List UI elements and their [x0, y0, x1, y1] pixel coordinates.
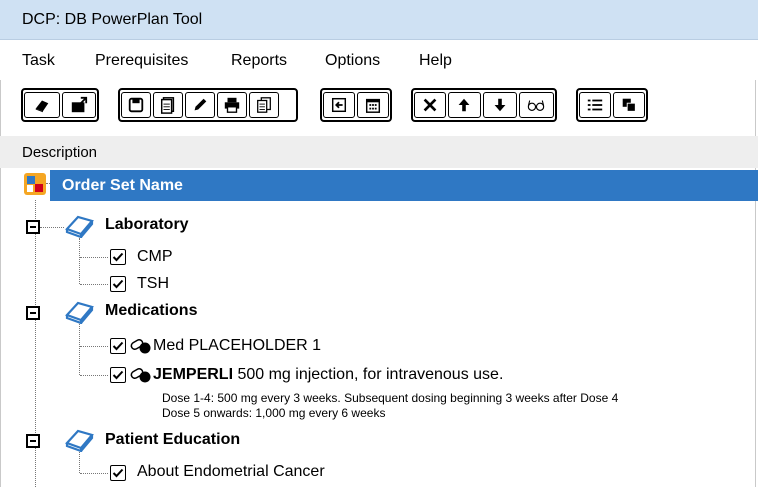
order-item-tsh[interactable]: TSH [137, 275, 169, 293]
calendar-button[interactable] [357, 92, 389, 118]
preview-glasses-icon [528, 100, 545, 111]
category-medications[interactable]: Medications [105, 302, 197, 320]
toolbar-group-navigate [320, 88, 392, 122]
medication-pill-icon [130, 339, 151, 354]
jemperli-description: 500 mg injection, for intravenous use. [233, 366, 504, 383]
checkbox-med-placeholder[interactable] [110, 338, 126, 354]
menu-prerequisites[interactable]: Prerequisites [95, 52, 188, 70]
toolbar-group-edit [118, 88, 298, 122]
document-button[interactable] [153, 92, 183, 118]
move-up-button[interactable] [447, 92, 482, 118]
order-set-row[interactable]: Order Set Name [50, 170, 758, 201]
tree-connector [79, 452, 80, 473]
calendar-icon [365, 98, 381, 113]
order-set-name: Order Set Name [62, 177, 183, 194]
collapse-laboratory-toggle[interactable] [26, 220, 40, 234]
save-button[interactable] [121, 92, 151, 118]
exit-icon [331, 97, 347, 113]
move-up-icon [458, 98, 470, 112]
print-icon [224, 97, 240, 113]
order-item-med-placeholder[interactable]: Med PLACEHOLDER 1 [153, 337, 321, 355]
print-button[interactable] [217, 92, 247, 118]
menu-task[interactable]: Task [22, 52, 55, 70]
tree-connector [40, 227, 64, 228]
window-title: DCP: DB PowerPlan Tool [22, 11, 203, 28]
jemperli-dose-detail-1: Dose 1-4: 500 mg every 3 weeks. Subseque… [162, 391, 619, 405]
title-bar: DCP: DB PowerPlan Tool [0, 0, 758, 40]
edit-pencil-icon [194, 98, 207, 111]
jemperli-dose-detail-2: Dose 5 onwards: 1,000 mg every 6 weeks [162, 406, 386, 420]
document-icon [160, 97, 175, 114]
menu-options[interactable]: Options [325, 52, 380, 70]
book-icon [65, 215, 94, 238]
import-button[interactable] [62, 92, 96, 118]
preview-button[interactable] [518, 92, 554, 118]
group-icon [622, 98, 636, 112]
tree-connector [79, 238, 80, 284]
delete-x-icon [423, 98, 437, 112]
save-icon [128, 97, 144, 113]
group-button[interactable] [613, 92, 645, 118]
open-book-icon [35, 100, 49, 113]
toolbar [0, 80, 758, 132]
order-item-about-endometrial-cancer[interactable]: About Endometrial Cancer [137, 463, 325, 481]
copy-button[interactable] [249, 92, 279, 118]
order-item-cmp[interactable]: CMP [137, 248, 173, 266]
description-label: Description [22, 144, 98, 161]
category-patient-education[interactable]: Patient Education [105, 431, 240, 449]
open-book-button[interactable] [24, 92, 60, 118]
exit-button[interactable] [323, 92, 355, 118]
list-view-button[interactable] [579, 92, 611, 118]
collapse-medications-toggle[interactable] [26, 306, 40, 320]
move-down-icon [494, 98, 506, 112]
copy-pages-icon [257, 97, 271, 113]
toolbar-group-order [411, 88, 557, 122]
jemperli-name: JEMPERLI [153, 366, 234, 383]
menu-help[interactable]: Help [419, 52, 452, 70]
tree-connector [80, 473, 108, 474]
move-down-button[interactable] [483, 92, 517, 118]
toolbar-group-view [576, 88, 648, 122]
tree-connector [80, 375, 108, 376]
import-folder-icon [71, 96, 88, 113]
order-tree: Laboratory CMP TSH Medications Med PLACE… [0, 183, 758, 487]
collapse-patient-education-toggle[interactable] [26, 434, 40, 448]
toolbar-group-file [21, 88, 99, 122]
order-item-jemperli[interactable]: JEMPERLI 500 mg injection, for intraveno… [153, 366, 503, 384]
tree-connector [80, 284, 108, 285]
menu-reports[interactable]: Reports [231, 52, 287, 70]
checkbox-about-endometrial-cancer[interactable] [110, 465, 126, 481]
tree-connector [80, 346, 108, 347]
category-laboratory[interactable]: Laboratory [105, 216, 189, 234]
book-icon [65, 301, 94, 324]
medication-pill-icon [130, 368, 151, 383]
checkbox-tsh[interactable] [110, 276, 126, 292]
order-set-icon [24, 173, 46, 195]
delete-button[interactable] [414, 92, 446, 118]
checkbox-jemperli[interactable] [110, 367, 126, 383]
tree-connector [79, 324, 80, 375]
tree-connector [80, 257, 108, 258]
book-icon [65, 429, 94, 452]
description-header: Description [0, 136, 758, 168]
menu-bar: Task Prerequisites Reports Options Help [0, 40, 758, 80]
edit-button[interactable] [185, 92, 215, 118]
list-icon [587, 99, 603, 111]
checkbox-cmp[interactable] [110, 249, 126, 265]
tree-connector [46, 183, 50, 184]
